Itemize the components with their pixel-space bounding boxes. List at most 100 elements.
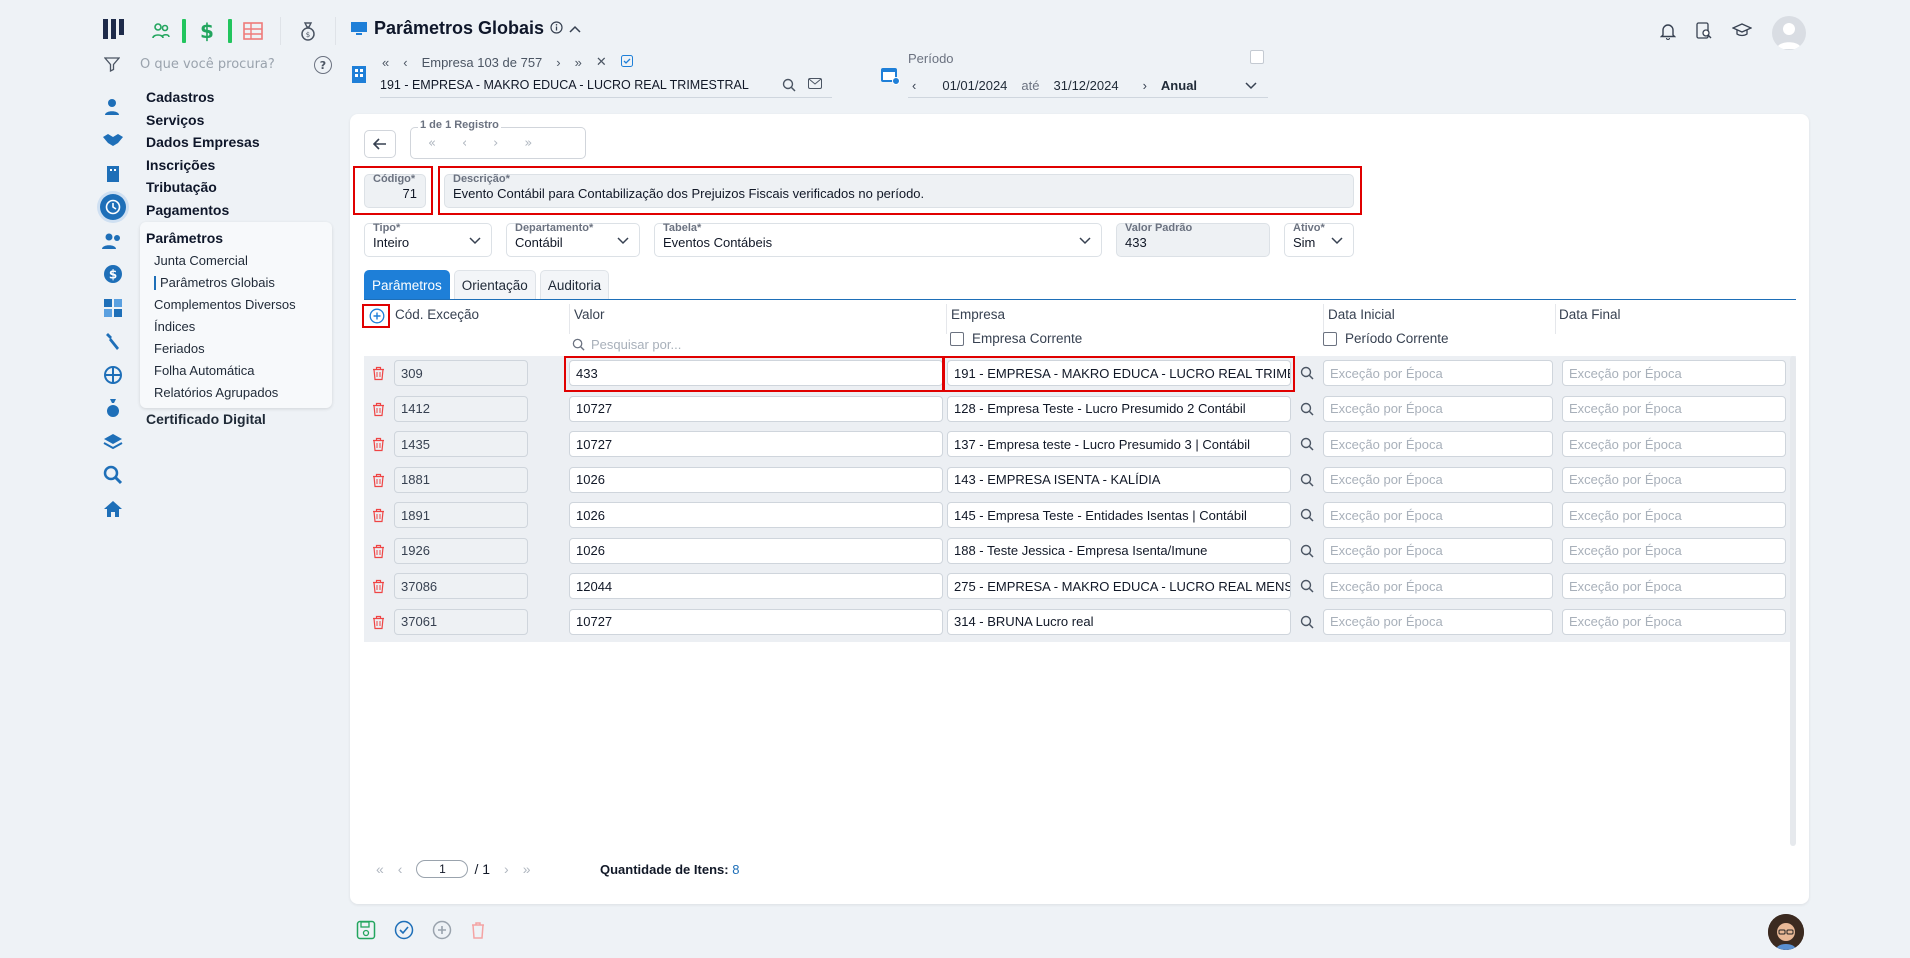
first-record-button[interactable]: «: [428, 136, 436, 151]
sidebar-item-inscricoes[interactable]: Inscrições: [146, 154, 260, 177]
descricao-field[interactable]: Descrição* Evento Contábil para Contabil…: [444, 173, 1354, 208]
document-search-icon[interactable]: [1696, 22, 1712, 44]
bell-icon[interactable]: [1659, 22, 1677, 44]
clock-icon[interactable]: [100, 191, 126, 225]
trash-icon[interactable]: [372, 508, 385, 527]
people-icon[interactable]: [150, 20, 172, 42]
data-final-input[interactable]: Exceção por Época: [1562, 466, 1786, 493]
sidebar-item-pagamentos[interactable]: Pagamentos: [146, 199, 260, 222]
periodo-checkbox[interactable]: [1250, 50, 1264, 64]
data-inicial-input[interactable]: Exceção por Época: [1323, 573, 1553, 599]
user-avatar[interactable]: [1772, 16, 1806, 50]
mail-icon[interactable]: [808, 78, 822, 93]
tabela-select[interactable]: Tabela* Eventos Contábeis: [654, 222, 1102, 257]
data-final-input[interactable]: Exceção por Época: [1562, 537, 1786, 564]
company-field[interactable]: 191 - EMPRESA - MAKRO EDUCA - LUCRO REAL…: [380, 78, 832, 98]
search-icon[interactable]: [1300, 579, 1314, 597]
valor-padrao-field[interactable]: Valor Padrão 433: [1116, 222, 1270, 257]
empresa-input[interactable]: 137 - Empresa teste - Lucro Presumido 3 …: [947, 431, 1291, 457]
info-icon[interactable]: [550, 20, 563, 37]
spreadsheet-icon[interactable]: [242, 20, 264, 42]
prev-record-button[interactable]: ‹: [462, 136, 467, 151]
sidebar-item-certificado[interactable]: Certificado Digital: [146, 411, 266, 427]
save-icon[interactable]: [356, 920, 376, 944]
trash-icon[interactable]: [372, 579, 385, 598]
prev-company-button[interactable]: ‹: [403, 55, 407, 70]
delete-icon[interactable]: [470, 920, 486, 944]
add-row-icon[interactable]: [369, 308, 385, 328]
last-company-button[interactable]: »: [575, 55, 582, 70]
first-page-button[interactable]: «: [376, 861, 384, 877]
dollar-coin-icon[interactable]: $: [100, 258, 126, 292]
chevron-down-icon[interactable]: [1245, 78, 1257, 93]
prev-period-button[interactable]: ‹: [912, 78, 916, 93]
ativo-select[interactable]: Ativo* Sim: [1284, 222, 1354, 257]
confirm-icon[interactable]: [394, 920, 414, 944]
data-inicial-input[interactable]: Exceção por Época: [1323, 608, 1553, 635]
valor-input[interactable]: 10727: [569, 431, 943, 457]
sidebar-item-dados-empresas[interactable]: Dados Empresas: [146, 131, 260, 154]
assistant-avatar[interactable]: [1768, 914, 1804, 950]
data-final-input[interactable]: Exceção por Época: [1562, 360, 1786, 386]
submenu-item-parametros-globais[interactable]: Parâmetros Globais: [146, 272, 326, 294]
search-icon[interactable]: [782, 78, 796, 95]
data-inicial-input[interactable]: Exceção por Época: [1323, 537, 1553, 564]
trash-icon[interactable]: [372, 544, 385, 563]
tipo-select[interactable]: Tipo* Inteiro: [364, 222, 492, 257]
tab-auditoria[interactable]: Auditoria: [539, 270, 610, 299]
data-inicial-input[interactable]: Exceção por Época: [1323, 360, 1553, 386]
handshake-icon[interactable]: [100, 124, 126, 158]
last-page-button[interactable]: »: [523, 861, 531, 877]
layers-icon[interactable]: [100, 425, 126, 459]
back-button[interactable]: [364, 130, 396, 158]
search-icon[interactable]: [1300, 544, 1314, 562]
departamento-select[interactable]: Departamento* Contábil: [506, 222, 640, 257]
empresa-input[interactable]: 143 - EMPRESA ISENTA - KALÍDIA: [947, 466, 1291, 493]
trash-icon[interactable]: [372, 402, 385, 421]
trash-icon[interactable]: [372, 437, 385, 456]
network-icon[interactable]: [100, 358, 126, 392]
empresa-corrente-filter[interactable]: Empresa Corrente: [950, 331, 1082, 346]
trash-icon[interactable]: [372, 366, 385, 385]
period-type-select[interactable]: Anual: [1161, 78, 1197, 93]
bag-icon[interactable]: [100, 392, 126, 426]
page-input[interactable]: 1: [416, 860, 469, 878]
add-icon[interactable]: [432, 920, 452, 944]
close-icon[interactable]: ✕: [596, 54, 607, 70]
valor-input[interactable]: 1026: [569, 466, 943, 493]
submenu-item-complementos[interactable]: Complementos Diversos: [146, 294, 326, 316]
user-icon[interactable]: [100, 90, 126, 124]
valor-search-input[interactable]: Pesquisar por...: [591, 337, 681, 352]
submenu-item-junta-comercial[interactable]: Junta Comercial: [146, 250, 326, 272]
next-page-button[interactable]: ›: [504, 861, 509, 877]
data-final-input[interactable]: Exceção por Época: [1562, 395, 1786, 422]
search-icon[interactable]: [1300, 366, 1314, 384]
next-company-button[interactable]: ›: [556, 55, 560, 70]
valor-input[interactable]: 1026: [569, 502, 943, 528]
chevron-up-icon[interactable]: [569, 21, 581, 36]
submenu-item-feriados[interactable]: Feriados: [146, 338, 326, 360]
sidebar-item-servicos[interactable]: Serviços: [146, 109, 260, 132]
calculator-icon[interactable]: [100, 291, 126, 325]
tab-orientacao[interactable]: Orientação: [453, 270, 536, 299]
data-inicial-input[interactable]: Exceção por Época: [1323, 502, 1553, 528]
next-record-button[interactable]: ›: [493, 136, 498, 151]
data-final-input[interactable]: Exceção por Época: [1562, 573, 1786, 599]
menu-search-input[interactable]: O que você procura?: [140, 57, 275, 72]
submenu-item-relatorios[interactable]: Relatórios Agrupados: [146, 382, 326, 404]
data-inicial-input[interactable]: Exceção por Época: [1323, 431, 1553, 457]
search-icon[interactable]: [1300, 615, 1314, 633]
valor-input[interactable]: 10727: [569, 608, 943, 635]
search-icon[interactable]: [100, 459, 126, 493]
tools-icon[interactable]: [100, 325, 126, 359]
date-from[interactable]: 01/01/2024: [942, 78, 1007, 93]
valor-search[interactable]: Pesquisar por...: [572, 337, 681, 352]
data-inicial-input[interactable]: Exceção por Época: [1323, 395, 1553, 422]
sidebar-item-cadastros[interactable]: Cadastros: [146, 86, 260, 109]
first-company-button[interactable]: «: [382, 55, 389, 70]
data-final-input[interactable]: Exceção por Época: [1562, 502, 1786, 528]
search-icon[interactable]: [1300, 473, 1314, 491]
empresa-input[interactable]: 188 - Teste Jessica - Empresa Isenta/Imu…: [947, 537, 1291, 564]
empresa-corrente-checkbox[interactable]: [950, 331, 964, 346]
submenu-item-folha-automatica[interactable]: Folha Automática: [146, 360, 326, 382]
